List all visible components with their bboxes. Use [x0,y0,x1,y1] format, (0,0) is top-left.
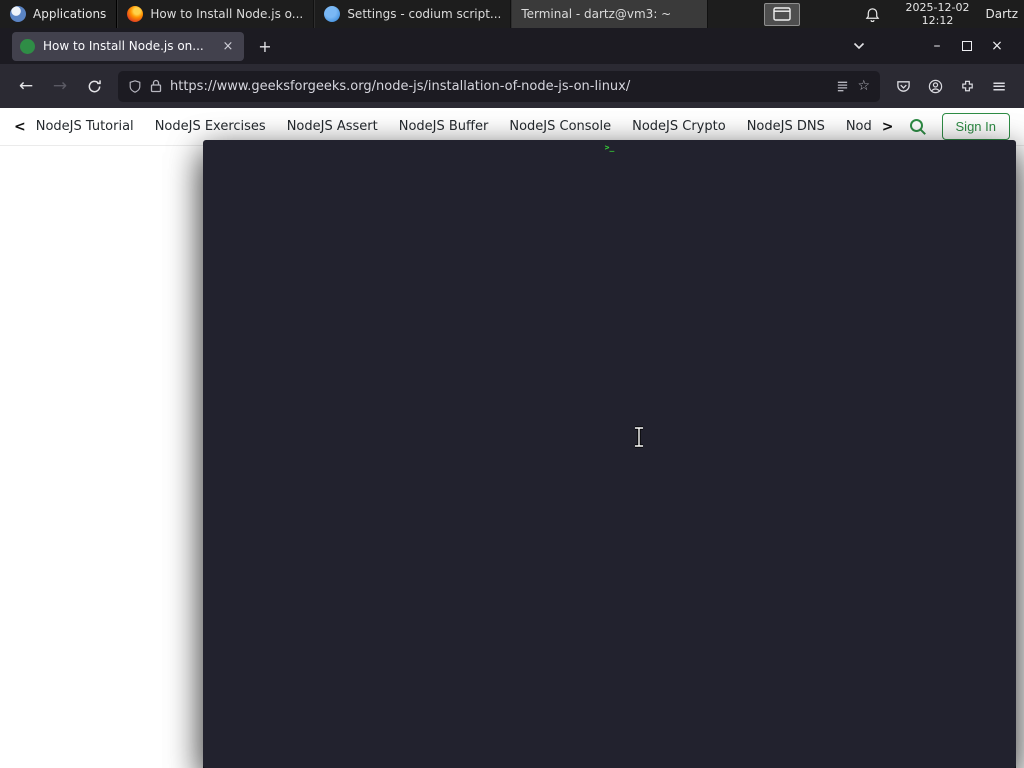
browser-close-button[interactable]: × [982,38,1012,54]
reader-view-icon[interactable] [836,80,849,93]
reload-button[interactable] [78,70,110,102]
forward-button[interactable]: → [44,70,76,102]
applications-menu-button[interactable]: Applications [0,0,116,28]
codium-icon [324,6,341,22]
reload-icon [88,79,101,92]
applications-label: Applications [33,7,107,21]
taskbar: Applications How to Install Node.js o...… [0,0,1024,768]
list-all-tabs-button[interactable] [846,33,872,59]
new-tab-button[interactable]: + [252,33,278,59]
nav-item[interactable]: NodeJS Crypto [632,119,726,134]
firefox-icon [127,6,144,22]
browser-tab-bar: How to Install Node.js on... × + – × [0,28,1024,64]
browser-window-controls: – × [922,38,1018,54]
taskbar-right: 2025-12-02 12:12 Dartz [865,1,1024,27]
taskbar-window-title: How to Install Node.js o... [150,7,304,21]
sign-in-button[interactable]: Sign In [941,113,1010,140]
user-menu[interactable]: Dartz [985,7,1018,21]
taskbar-window-button[interactable]: >_ Terminal - dartz@vm3: ~ [203,0,1016,768]
site-favicon [20,38,35,54]
search-icon [909,118,926,135]
applications-icon [10,6,26,22]
desktop: Applications How to Install Node.js o...… [0,0,1024,768]
clock-time: 12:12 [921,14,954,27]
tab-title: How to Install Node.js on... [43,39,204,53]
browser-tab[interactable]: How to Install Node.js on... × [12,31,244,61]
account-icon[interactable] [920,71,950,101]
taskbar-window-title: Settings - codium script... [347,7,502,21]
clock[interactable]: 2025-12-02 12:12 [906,1,970,27]
shield-icon[interactable] [128,79,142,94]
taskbar-windows: How to Install Node.js o... Settings - co… [117,0,1016,768]
taskbar-window-title: Terminal - dartz@vm3: ~ [521,7,672,21]
extensions-icon[interactable] [952,71,982,101]
pocket-icon[interactable] [888,71,918,101]
nav-item[interactable]: NodeJS Assert [287,119,378,134]
nav-item[interactable]: NodeJS Tutorial [36,119,134,134]
nav-item[interactable]: NodeJS Buffer [399,119,489,134]
menu-icon[interactable]: ≡ [984,71,1014,101]
search-button[interactable] [908,117,928,137]
nav-item[interactable]: NodeJS DNS [747,119,825,134]
browser-maximize-button[interactable] [952,41,982,51]
taskbar-window-button[interactable]: How to Install Node.js o... [117,0,315,28]
nav-item[interactable]: NodeJS Console [509,119,611,134]
notification-bell-icon[interactable] [865,7,880,22]
taskbar-window-button[interactable]: Settings - codium script... [314,0,512,28]
site-nav-items: NodeJS Tutorial NodeJS Exercises NodeJS As… [36,119,872,134]
nav-item[interactable]: Node [846,119,872,134]
chevron-down-icon [853,42,865,50]
nav-scroll-left-button[interactable]: < [14,119,26,135]
clock-date: 2025-12-02 [905,1,970,14]
tray-terminal-button[interactable] [764,2,801,26]
url-bar[interactable]: https://www.geeksforgeeks.org/node-js/in… [118,70,880,102]
maximize-icon [962,41,972,51]
bookmark-star-icon[interactable]: ☆ [857,78,870,94]
nav-scroll-right-button[interactable]: > [882,119,894,135]
tray-window-icon [773,7,792,21]
tab-close-icon[interactable]: × [220,39,236,54]
lock-icon[interactable] [150,79,162,93]
url-text: https://www.geeksforgeeks.org/node-js/in… [170,78,631,94]
nav-item[interactable]: NodeJS Exercises [155,119,266,134]
back-button[interactable]: ← [10,70,42,102]
browser-minimize-button[interactable]: – [922,38,952,54]
browser-toolbar: ← → https://www.geeksforgeeks.org/node-j… [0,64,1024,108]
text-cursor-pointer [632,426,646,452]
